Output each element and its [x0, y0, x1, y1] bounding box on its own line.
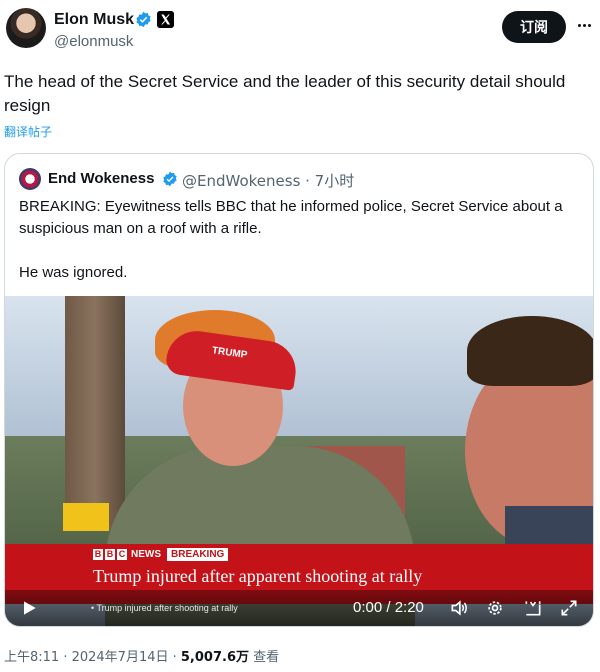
verified-badge-icon	[163, 171, 177, 187]
quoted-author-avatar[interactable]	[19, 168, 41, 190]
verified-badge-icon	[136, 11, 151, 28]
quoted-author-name[interactable]: End Wokeness	[48, 170, 154, 187]
translate-post-link[interactable]: 翻译帖子	[4, 123, 52, 140]
breaking-label: BREAKING	[167, 547, 229, 561]
more-options-icon[interactable]	[574, 14, 594, 36]
news-ticker: • Trump injured after shooting at rally	[91, 603, 238, 613]
bbc-letter: C	[117, 548, 127, 560]
video-player[interactable]: TRUMP B B C NEWS BREAKING Trump injured …	[5, 296, 593, 626]
tweet-text: The head of the Secret Service and the l…	[4, 72, 566, 115]
settings-icon[interactable]	[485, 598, 505, 618]
author-handle[interactable]: @elonmusk	[54, 33, 133, 50]
video-time: 0:00 / 2:20	[353, 599, 424, 616]
bbc-news-logo: B B C NEWS BREAKING	[93, 547, 229, 561]
play-icon[interactable]	[19, 598, 39, 618]
volume-icon[interactable]	[449, 598, 469, 618]
tweet-meta: 上午8:11 · 2024年7月14日 · 5,007.6万 查看	[4, 646, 279, 665]
fullscreen-icon[interactable]	[559, 598, 579, 618]
bbc-letter: B	[93, 548, 103, 560]
quoted-tweet-text: BREAKING: Eyewitness tells BBC that he i…	[19, 198, 563, 281]
theater-mode-icon[interactable]	[523, 598, 543, 618]
video-frame-sign	[63, 503, 109, 531]
cap-lettering: TRUMP	[211, 345, 248, 362]
subscribe-button[interactable]: 订阅	[502, 11, 566, 43]
news-label: NEWS	[131, 548, 161, 560]
views-label: 查看	[249, 650, 280, 665]
quoted-tweet[interactable]: End Wokeness @EndWokeness · 7小时 BREAKING…	[4, 153, 594, 627]
author-avatar[interactable]	[6, 8, 46, 48]
view-count: 5,007.6万	[180, 650, 249, 665]
timestamp[interactable]: 上午8:11 · 2024年7月14日 ·	[4, 650, 181, 665]
news-headline: Trump injured after apparent shooting at…	[93, 566, 423, 586]
video-controls: • Trump injured after shooting at rally …	[5, 590, 593, 626]
quoted-author-handle-time[interactable]: @EndWokeness · 7小时	[182, 170, 354, 191]
video-frame-reporter-hair	[467, 316, 593, 386]
tweet-header: Elon Musk @elonmusk 订阅	[0, 0, 600, 64]
x-logo-icon	[157, 11, 174, 28]
author-name[interactable]: Elon Musk	[54, 11, 134, 29]
video-frame-pole	[65, 296, 125, 528]
bbc-letter: B	[105, 548, 115, 560]
